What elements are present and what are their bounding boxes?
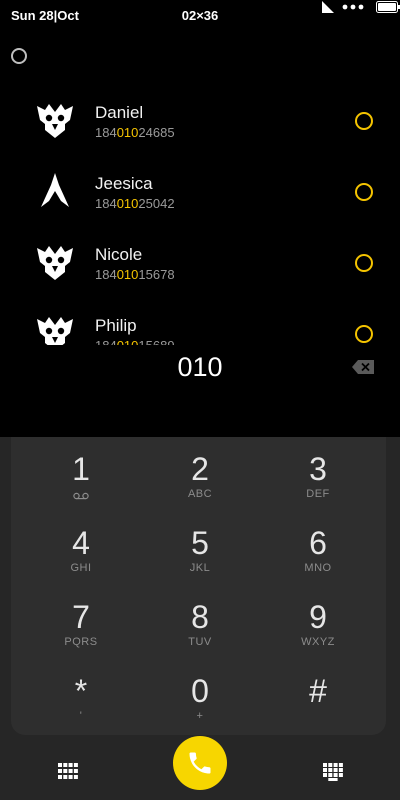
key-letters: ABC: [187, 488, 213, 500]
status-time: 02×36: [181, 8, 219, 23]
key-3[interactable]: 3 DEF: [268, 451, 368, 521]
key-digit: *: [74, 673, 88, 709]
key-letters: ': [79, 710, 83, 722]
key-7[interactable]: 7 PQRS: [31, 599, 131, 669]
owl-shield-icon: [37, 246, 73, 280]
more-dots-icon: [342, 4, 364, 10]
select-circle-icon[interactable]: [355, 112, 373, 130]
owl-shield-icon: [37, 317, 73, 345]
key-star[interactable]: * ': [31, 673, 131, 743]
key-9[interactable]: 9 WXYZ: [268, 599, 368, 669]
contact-number: 18401024685: [95, 125, 175, 140]
bottom-bar: [0, 736, 400, 800]
key-letters: +: [196, 710, 204, 722]
key-5[interactable]: 5 JKL: [150, 525, 250, 595]
select-circle-icon[interactable]: [355, 254, 373, 272]
key-letters: DEF: [306, 488, 330, 500]
key-letters: GHI: [70, 562, 92, 574]
contact-number: 18401015689: [95, 338, 175, 345]
key-digit: 8: [191, 599, 209, 635]
call-button[interactable]: [173, 736, 227, 790]
key-digit: 3: [309, 451, 327, 487]
contact-name: Nicole: [95, 245, 143, 264]
owl-shield-icon: [37, 104, 73, 138]
key-digit: 2: [191, 451, 209, 487]
key-6[interactable]: 6 MNO: [268, 525, 368, 595]
key-digit: 7: [72, 599, 90, 635]
assassin-emblem-icon: [41, 173, 69, 207]
contact-list: Daniel 18401024685 Jeesica 18401025042 N…: [0, 85, 400, 345]
battery-icon: [376, 1, 400, 13]
key-letters: WXYZ: [301, 636, 335, 648]
contact-row[interactable]: Jeesica 18401025042: [0, 156, 400, 227]
contact-row[interactable]: Daniel 18401024685: [0, 85, 400, 156]
key-digit: #: [309, 673, 327, 709]
key-digit: 4: [72, 525, 90, 561]
contact-number: 18401025042: [95, 196, 175, 211]
phone-icon: [189, 752, 211, 774]
keyboard-grid-icon[interactable]: [323, 763, 343, 781]
contact-number: 18401015678: [95, 267, 175, 282]
key-letters: MNO: [304, 562, 332, 574]
key-0[interactable]: 0 +: [150, 673, 250, 743]
key-2[interactable]: 2 ABC: [150, 451, 250, 521]
contact-name: Philip: [95, 316, 137, 335]
key-letters: PQRS: [64, 636, 98, 648]
key-8[interactable]: 8 TUV: [150, 599, 250, 669]
key-digit: 9: [309, 599, 327, 635]
contact-row[interactable]: Philip 18401015689: [0, 298, 400, 345]
key-letters: JKL: [189, 562, 211, 574]
dialpad-grid-icon[interactable]: [58, 763, 78, 779]
dialed-number-display: 010: [177, 352, 223, 382]
key-digit: 6: [309, 525, 327, 561]
key-hash[interactable]: #: [268, 673, 368, 743]
select-circle-icon[interactable]: [355, 325, 373, 343]
key-digit: 0: [191, 673, 209, 709]
select-circle-icon[interactable]: [355, 183, 373, 201]
contact-row[interactable]: Nicole 18401015678: [0, 227, 400, 298]
signal-icon: [322, 1, 334, 13]
key-4[interactable]: 4 GHI: [31, 525, 131, 595]
key-1[interactable]: 1: [31, 451, 131, 521]
backspace-icon[interactable]: [352, 360, 374, 374]
contact-name: Daniel: [95, 103, 144, 122]
key-digit: 5: [191, 525, 209, 561]
menu-circle-icon[interactable]: [11, 48, 27, 64]
key-digit: 1: [72, 451, 90, 487]
contact-name: Jeesica: [95, 174, 153, 193]
dialpad-panel: 1 2 ABC 3 DEF 4 GHI 5 JKL 6 MNO 7 PQRS 8…: [11, 437, 386, 735]
key-letters: TUV: [188, 636, 212, 648]
voicemail-icon: [73, 492, 89, 500]
status-bar: Sun 28|Oct 02×36: [0, 0, 400, 30]
